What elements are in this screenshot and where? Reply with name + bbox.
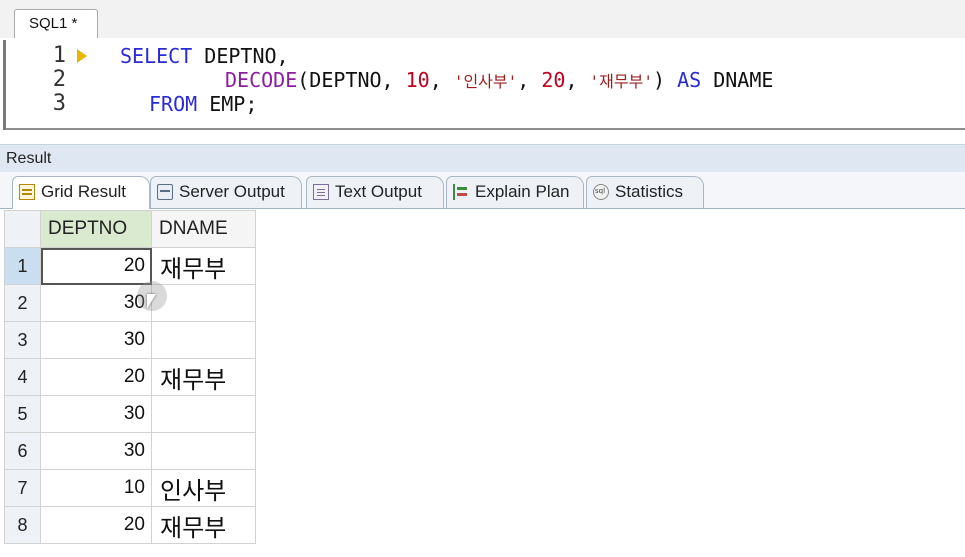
cell-dname[interactable] bbox=[151, 432, 256, 470]
statistics-icon bbox=[593, 184, 609, 200]
tab-sql1[interactable]: SQL1 * bbox=[14, 9, 98, 38]
table-row[interactable]: 2 30 bbox=[4, 284, 256, 322]
text-output-icon bbox=[313, 184, 329, 200]
row-number[interactable]: 5 bbox=[4, 395, 41, 433]
cell-dname[interactable]: 인사부 bbox=[151, 469, 256, 507]
editor-gutter-border bbox=[3, 40, 6, 130]
code-token: ) bbox=[652, 68, 678, 92]
execution-marker-icon bbox=[77, 49, 87, 63]
cell-deptno[interactable]: 30 bbox=[40, 321, 152, 359]
row-number[interactable]: 2 bbox=[4, 284, 41, 322]
tab-label: Explain Plan bbox=[475, 182, 570, 201]
cell-dname[interactable]: 재무부 bbox=[151, 358, 256, 396]
code-token: 20 bbox=[541, 68, 566, 92]
mouse-pointer-icon bbox=[147, 294, 156, 309]
code-line-3: 3 FROM EMP; bbox=[0, 91, 965, 117]
row-number[interactable]: 3 bbox=[4, 321, 41, 359]
column-header-deptno[interactable]: DEPTNO bbox=[40, 210, 152, 248]
grid-corner[interactable] bbox=[4, 210, 41, 248]
code-line-1: 1 SELECT DEPTNO, bbox=[0, 43, 965, 69]
tab-explain-plan[interactable]: Explain Plan bbox=[446, 176, 584, 208]
tab-label: Statistics bbox=[615, 182, 684, 201]
code-token: DNAME bbox=[701, 68, 774, 92]
code-token: , bbox=[517, 68, 542, 92]
editor-divider[interactable] bbox=[6, 128, 965, 130]
line-number: 1 bbox=[52, 43, 66, 68]
cell-deptno[interactable]: 20 bbox=[40, 358, 152, 396]
cell-deptno[interactable]: 30 bbox=[40, 395, 152, 433]
table-row[interactable]: 4 20 재무부 bbox=[4, 358, 256, 396]
cell-deptno[interactable]: 20 bbox=[40, 506, 152, 544]
code-token: '재무부' bbox=[589, 72, 653, 91]
table-row[interactable]: 6 30 bbox=[4, 432, 256, 470]
row-number[interactable]: 4 bbox=[4, 358, 41, 396]
cell-dname[interactable] bbox=[151, 395, 256, 433]
tab-label: Server Output bbox=[179, 182, 285, 201]
tab-label: Text Output bbox=[335, 182, 422, 201]
tab-grid-result[interactable]: Grid Result bbox=[12, 176, 150, 209]
table-row[interactable]: 1 20 재무부 bbox=[4, 247, 256, 285]
sql-editor[interactable]: 1 SELECT DEPTNO, 2 DECODE(DEPTNO, 10, '인… bbox=[0, 38, 965, 130]
server-output-icon bbox=[157, 184, 173, 200]
cell-deptno[interactable]: 10 bbox=[40, 469, 152, 507]
explain-plan-icon bbox=[453, 184, 469, 200]
code-text: SELECT DEPTNO, bbox=[120, 44, 289, 68]
code-token: 10 bbox=[405, 68, 430, 92]
code-token: DECODE bbox=[225, 68, 298, 92]
line-number: 3 bbox=[52, 91, 66, 116]
code-token: FROM bbox=[149, 92, 198, 116]
result-grid[interactable]: DEPTNO DNAME 1 20 재무부 2 30 3 30 4 20 재무부 5 30 6 30 7 10… bbox=[4, 210, 256, 544]
cell-dname[interactable]: 재무부 bbox=[151, 247, 256, 285]
tab-statistics[interactable]: Statistics bbox=[586, 176, 704, 208]
code-token: EMP; bbox=[197, 92, 258, 116]
table-row[interactable]: 8 20 재무부 bbox=[4, 506, 256, 544]
tab-server-output[interactable]: Server Output bbox=[150, 176, 302, 208]
line-number: 2 bbox=[52, 67, 66, 92]
editor-tab-bar: SQL1 * bbox=[0, 0, 965, 39]
cell-deptno[interactable]: 30 bbox=[40, 432, 152, 470]
code-line-2: 2 DECODE(DEPTNO, 10, '인사부', 20, '재무부') A… bbox=[0, 67, 965, 94]
grid-icon bbox=[19, 184, 35, 200]
cell-deptno[interactable]: 30 bbox=[40, 284, 152, 322]
table-row[interactable]: 5 30 bbox=[4, 395, 256, 433]
result-tab-bar: Grid Result Server Output Text Output Ex… bbox=[0, 172, 965, 209]
row-number[interactable]: 1 bbox=[4, 247, 41, 285]
result-panel-title: Result bbox=[0, 144, 965, 172]
code-text: FROM EMP; bbox=[149, 92, 257, 116]
code-text: DECODE(DEPTNO, 10, '인사부', 20, '재무부') AS … bbox=[225, 68, 773, 94]
cell-dname[interactable] bbox=[151, 321, 256, 359]
cell-dname[interactable] bbox=[151, 284, 256, 322]
code-token: DEPTNO, bbox=[192, 44, 289, 68]
code-token: , bbox=[429, 68, 454, 92]
tab-label: Grid Result bbox=[41, 182, 127, 201]
column-header-dname[interactable]: DNAME bbox=[151, 210, 256, 248]
cell-dname[interactable]: 재무부 bbox=[151, 506, 256, 544]
code-token: , bbox=[565, 68, 590, 92]
code-token: AS bbox=[677, 68, 702, 92]
row-number[interactable]: 7 bbox=[4, 469, 41, 507]
table-row[interactable]: 7 10 인사부 bbox=[4, 469, 256, 507]
code-token: SELECT bbox=[120, 44, 193, 68]
cell-deptno[interactable]: 20 bbox=[40, 247, 152, 285]
row-number[interactable]: 8 bbox=[4, 506, 41, 544]
code-token: '인사부' bbox=[453, 72, 518, 91]
table-row[interactable]: 3 30 bbox=[4, 321, 256, 359]
row-number[interactable]: 6 bbox=[4, 432, 41, 470]
code-token: (DEPTNO, bbox=[297, 68, 406, 92]
tab-text-output[interactable]: Text Output bbox=[306, 176, 444, 208]
